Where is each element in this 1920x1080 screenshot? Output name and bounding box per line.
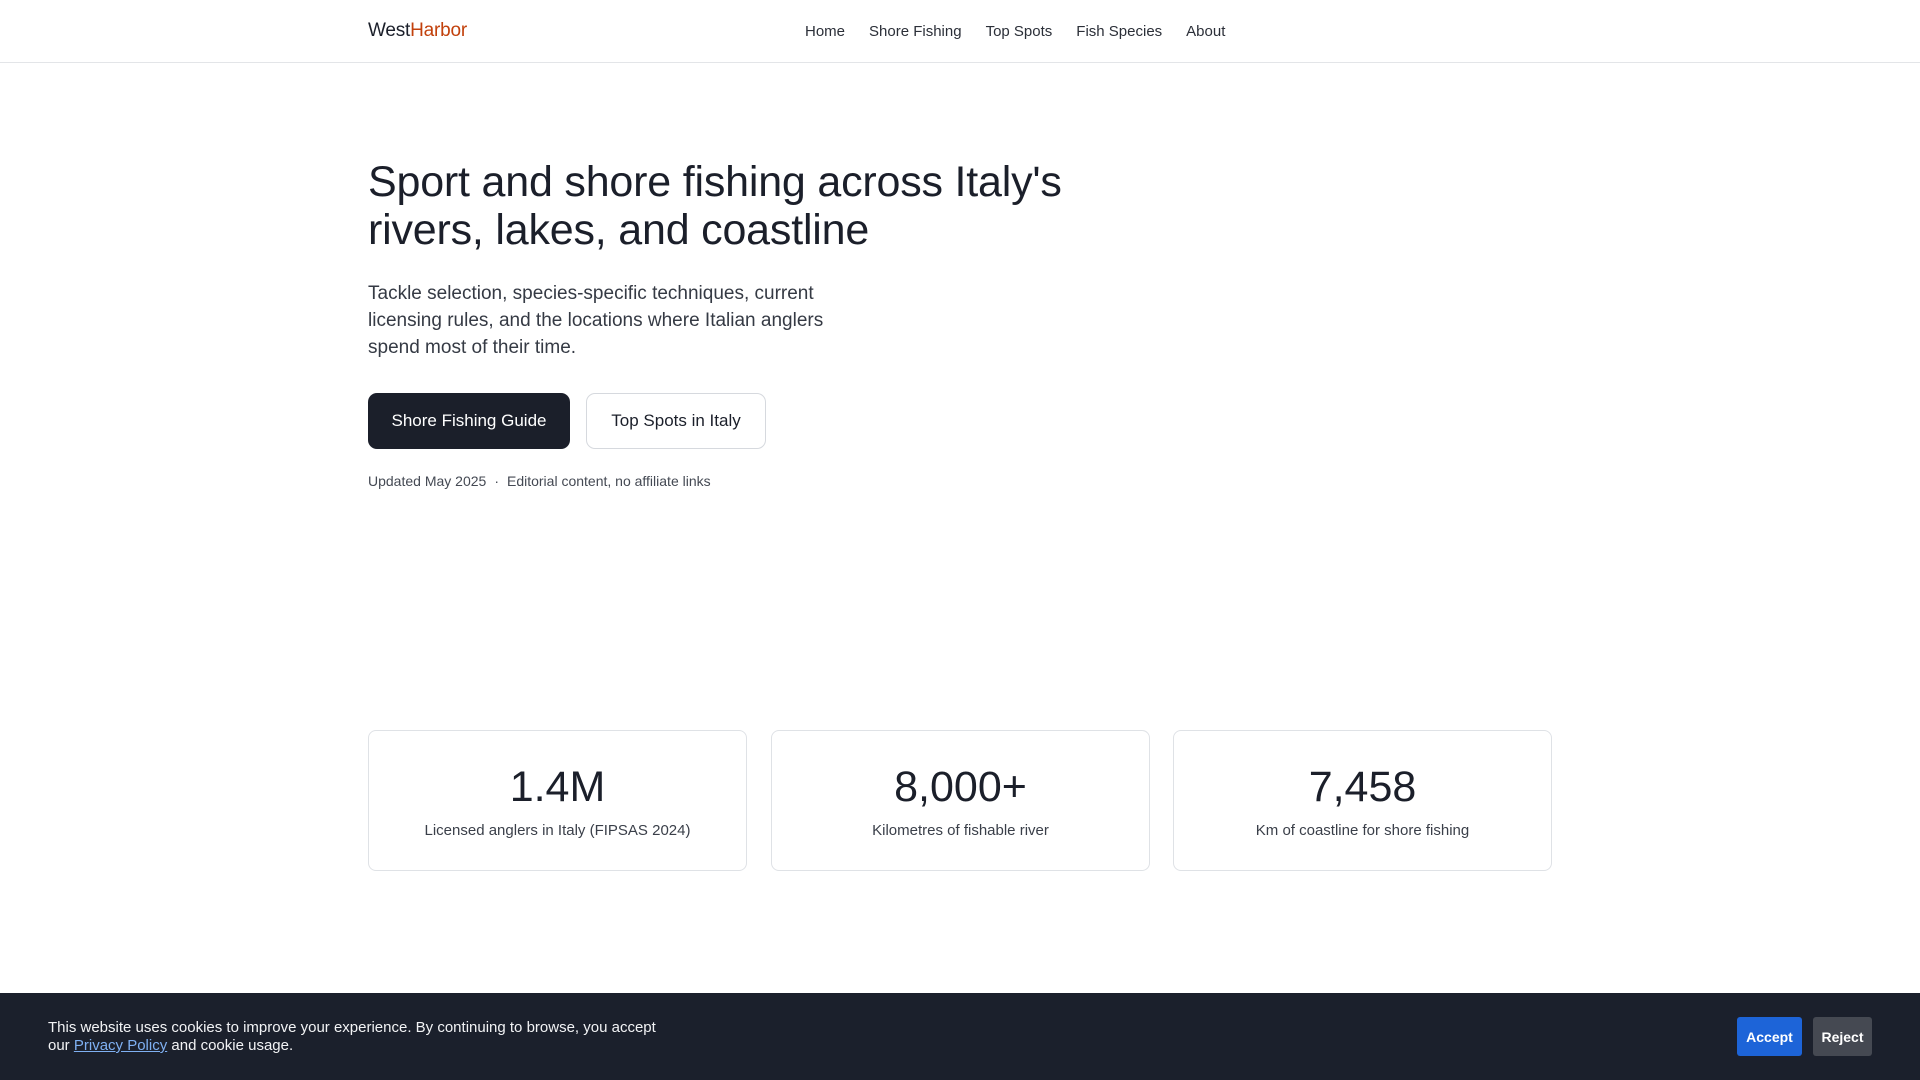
main-nav: Home Shore Fishing Top Spots Fish Specie… (805, 23, 1249, 40)
privacy-policy-link[interactable]: Privacy Policy (74, 1037, 167, 1054)
logo-main-text: West (368, 20, 411, 41)
cookie-reject-button[interactable]: Reject (1813, 1017, 1872, 1056)
stat-label: Kilometres of fishable river (872, 822, 1049, 839)
editorial-note: Editorial content, no affiliate links (506, 473, 711, 489)
shore-fishing-guide-button[interactable]: Shore Fishing Guide (368, 393, 570, 449)
top-spots-button[interactable]: Top Spots in Italy (586, 393, 766, 449)
site-logo[interactable]: WestHarbor (368, 20, 467, 42)
cookie-text-after: and cookie usage. (167, 1037, 294, 1054)
cookie-accept-button[interactable]: Accept (1737, 1017, 1802, 1056)
nav-home[interactable]: Home (805, 23, 845, 40)
hero-subtitle: Tackle selection, species-specific techn… (368, 283, 824, 358)
logo-accent-text: Harbor (410, 20, 468, 41)
stat-label: Km of coastline for shore fishing (1255, 822, 1470, 839)
stat-value: 8,000+ (894, 763, 1027, 811)
site-header: WestHarbor Home Shore Fishing Top Spots … (0, 0, 1920, 63)
stat-card-coastline: 7,458 Km of coastline for shore fishing (1173, 730, 1552, 871)
stat-value: 7,458 (1308, 763, 1417, 811)
meta-separator: · (494, 473, 499, 489)
nav-fish-species[interactable]: Fish Species (1076, 23, 1162, 40)
hero-meta: Updated May 2025 · Editorial content, no a… (368, 473, 711, 489)
nav-top-spots[interactable]: Top Spots (986, 23, 1053, 40)
updated-date: Updated May 2025 (368, 473, 487, 489)
stat-label: Licensed anglers in Italy (FIPSAS 2024) (424, 822, 691, 839)
cookie-text: This website uses cookies to improve you… (48, 1019, 668, 1055)
stat-card-river: 8,000+ Kilometres of fishable river (771, 730, 1150, 871)
nav-shore-fishing[interactable]: Shore Fishing (869, 23, 962, 40)
nav-about[interactable]: About (1186, 23, 1225, 40)
stat-card-anglers: 1.4M Licensed anglers in Italy (FIPSAS 2… (368, 730, 747, 871)
hero-title: Sport and shore fishing across Italy's r… (368, 158, 1062, 254)
cookie-banner: This website uses cookies to improve you… (0, 993, 1920, 1080)
stat-value: 1.4M (509, 763, 606, 811)
